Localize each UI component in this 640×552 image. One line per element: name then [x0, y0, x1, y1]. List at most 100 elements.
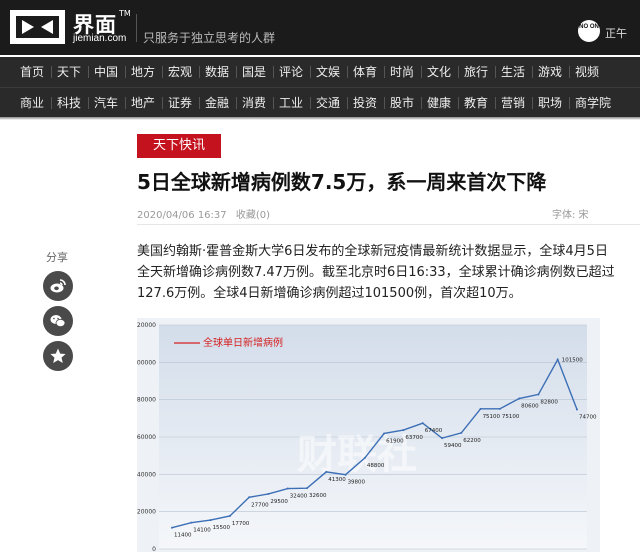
nav-separator [51, 66, 52, 78]
meta-divider [137, 224, 640, 225]
nav-separator [199, 66, 200, 78]
data-label: 74700 [579, 415, 597, 421]
nav-primary-item-5[interactable]: 数据 [205, 57, 229, 87]
data-point [383, 432, 386, 435]
channel-tag[interactable]: 天下快讯 [137, 134, 221, 158]
nav-secondary-item-15[interactable]: 商学院 [575, 88, 611, 118]
data-point [267, 492, 270, 495]
nav-secondary-item-12[interactable]: 教育 [464, 88, 488, 118]
share-weibo-button[interactable] [43, 271, 73, 301]
legend-label: 全球单日新增病例 [203, 336, 283, 349]
article-meta: 2020/04/06 16:37 收藏(0) [137, 206, 270, 221]
star-icon [50, 348, 66, 363]
article-body: 美国约翰斯·霍普金斯大学6日发布的全球新冠疫情最新统计数据显示，全球4月5日 全… [137, 241, 615, 304]
share-collect-button[interactable] [43, 341, 73, 371]
data-point [479, 407, 482, 410]
nav-primary-item-9[interactable]: 体育 [353, 57, 377, 87]
data-point [537, 393, 540, 396]
secondary-nav: 商业 科技 汽车 地产 证券 金融 消费 工业 交通 投资 股市 健康 教育 营销 职场 商学院 [0, 87, 640, 117]
nav-secondary-item-1[interactable]: 科技 [57, 88, 81, 118]
y-tick-label: 80000 [137, 397, 156, 404]
nav-secondary-item-6[interactable]: 消费 [242, 88, 266, 118]
nav-separator [310, 97, 311, 109]
nav-primary-item-11[interactable]: 文化 [427, 57, 451, 87]
data-label: 32400 [290, 494, 308, 500]
article-title: 5日全球新增病例数7.5万，系一周来首次下降 [137, 170, 547, 194]
nav-secondary-item-0[interactable]: 商业 [20, 88, 44, 118]
nav-secondary-item-11[interactable]: 健康 [427, 88, 451, 118]
nav-secondary-item-3[interactable]: 地产 [131, 88, 155, 118]
nav-primary-item-0[interactable]: 首页 [20, 57, 44, 87]
header-divider [136, 14, 137, 42]
data-point [325, 470, 328, 473]
share-wechat-button[interactable] [43, 306, 73, 336]
nav-separator [88, 97, 89, 109]
data-label: 82800 [540, 399, 558, 405]
weibo-icon [50, 279, 66, 293]
nav-separator [347, 97, 348, 109]
nav-separator [495, 66, 496, 78]
line-chart: 020000400006000080000100000120000 财联社 全球… [137, 318, 600, 552]
favorite-link[interactable]: 收藏(0) [236, 210, 270, 221]
data-label: 41300 [328, 477, 346, 483]
jiemian-logo-icon[interactable] [10, 10, 65, 44]
data-label: 17700 [232, 521, 250, 527]
nav-separator [458, 66, 459, 78]
nav-separator [51, 97, 52, 109]
data-point [441, 437, 443, 440]
nav-primary-item-4[interactable]: 宏观 [168, 57, 192, 87]
data-label: 29500 [270, 499, 288, 505]
data-label: 80600 [521, 404, 539, 410]
body-line: 美国约翰斯·霍普金斯大学6日发布的全球新冠疫情最新统计数据显示，全球4月5日 [137, 244, 608, 259]
data-point [498, 407, 501, 410]
nav-primary-item-12[interactable]: 旅行 [464, 57, 488, 87]
nav-primary-item-7[interactable]: 评论 [279, 57, 303, 87]
y-tick-label: 40000 [137, 471, 156, 478]
nav-primary-item-3[interactable]: 地方 [131, 57, 155, 87]
y-tick-label: 20000 [137, 509, 156, 516]
nav-secondary-item-10[interactable]: 股市 [390, 88, 414, 118]
nav-secondary-item-8[interactable]: 交通 [316, 88, 340, 118]
nav-primary-item-14[interactable]: 游戏 [538, 57, 562, 87]
top-header-bar: 界面 TM jiemian.com 只服务于独立思考的人群 NO ON 正午 [0, 0, 640, 55]
noon-badge-icon[interactable]: NO ON [578, 20, 600, 42]
nav-secondary-item-9[interactable]: 投资 [353, 88, 377, 118]
nav-primary-item-13[interactable]: 生活 [501, 57, 525, 87]
nav-primary-item-8[interactable]: 文娱 [316, 57, 340, 87]
nav-separator [162, 66, 163, 78]
data-point [576, 408, 578, 411]
data-point [209, 519, 212, 522]
noon-link[interactable]: 正午 [605, 25, 627, 41]
data-point [190, 521, 193, 524]
data-point [344, 473, 347, 476]
publish-date: 2020/04/06 16:37 [137, 210, 227, 221]
nav-separator [384, 66, 385, 78]
nav-separator [88, 66, 89, 78]
font-size-control[interactable]: 字体: 宋 [552, 206, 589, 221]
nav-primary-item-2[interactable]: 中国 [94, 57, 118, 87]
nav-primary-item-6[interactable]: 国是 [242, 57, 266, 87]
data-label: 32600 [309, 493, 327, 499]
data-label: 48800 [367, 463, 385, 469]
nav-separator [495, 97, 496, 109]
nav-primary-item-10[interactable]: 时尚 [390, 57, 414, 87]
nav-separator [199, 97, 200, 109]
data-label: 75100 [502, 414, 520, 420]
nav-separator [273, 66, 274, 78]
nav-primary-item-15[interactable]: 视频 [575, 57, 599, 87]
nav-shadow [0, 117, 640, 120]
trademark-mark: TM [119, 9, 131, 18]
nav-secondary-item-4[interactable]: 证券 [168, 88, 192, 118]
data-point [286, 487, 289, 490]
data-point [306, 487, 308, 490]
nav-secondary-item-7[interactable]: 工业 [279, 88, 303, 118]
data-point [363, 456, 366, 459]
nav-secondary-item-14[interactable]: 职场 [538, 88, 562, 118]
nav-separator [236, 66, 237, 78]
nav-primary-item-1[interactable]: 天下 [57, 57, 81, 87]
nav-secondary-item-2[interactable]: 汽车 [94, 88, 118, 118]
y-tick-label: 0 [152, 546, 156, 552]
data-point [556, 358, 559, 361]
nav-secondary-item-5[interactable]: 金融 [205, 88, 229, 118]
nav-secondary-item-13[interactable]: 营销 [501, 88, 525, 118]
